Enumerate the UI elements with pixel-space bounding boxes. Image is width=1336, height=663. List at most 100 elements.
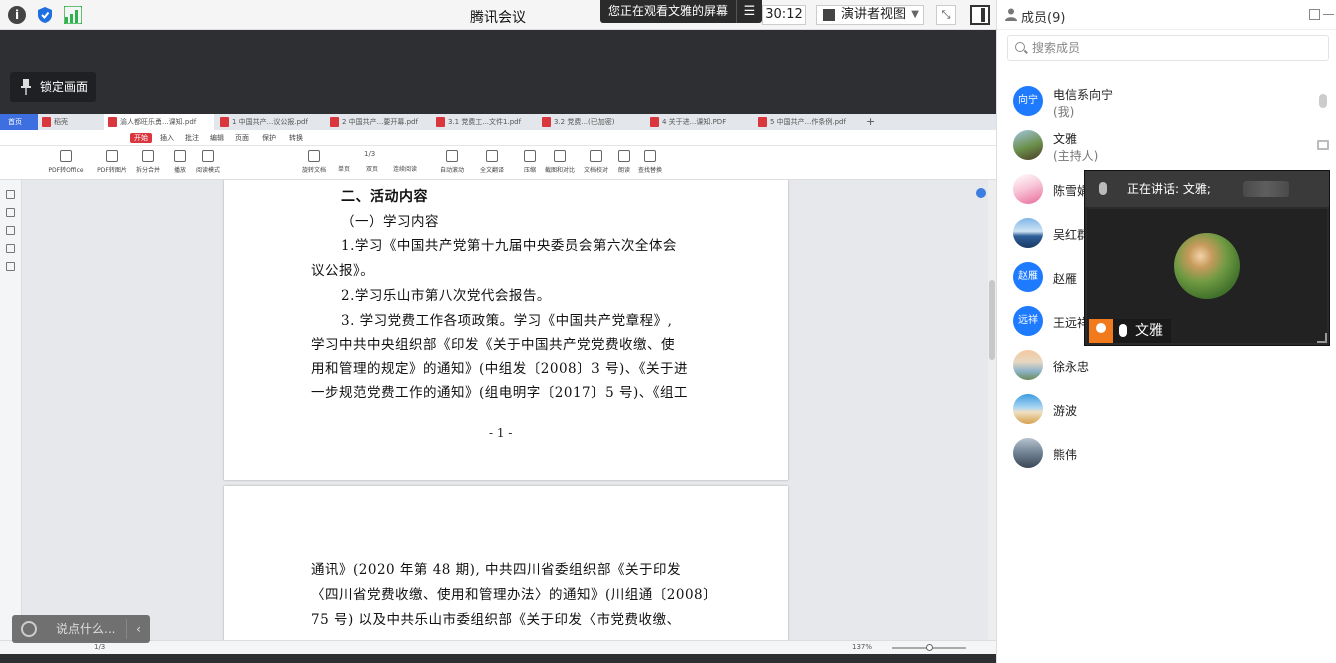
sharing-banner-text: 您正在观看文雅的屏幕 (608, 4, 729, 18)
ribbon-button[interactable]: PDF转Office (48, 150, 84, 174)
ribbon-button[interactable]: 全文翻译 (474, 150, 510, 174)
minimize-icon[interactable] (1323, 9, 1334, 15)
lock-view-button[interactable]: 锁定画面 (10, 72, 96, 102)
banner-menu-icon[interactable]: ☰ (736, 0, 762, 23)
ribbon-button[interactable]: 旋转文档 (296, 150, 332, 174)
video-speaking-bar: 正在讲话: 文雅; (1085, 171, 1329, 207)
wps-tab[interactable]: 5 中国共产...作条例.pdf (754, 114, 860, 130)
microphone-icon[interactable] (1319, 94, 1327, 108)
wps-tab-bar: 首页 稻壳 渝人都旺乐勇...课知.pdf 1 中国共产...议公报.pdf 2… (0, 114, 996, 130)
doc-line: 3. 学习党费工作各项政策。学习《中国共产党章程》, (341, 313, 673, 329)
ribbon-button[interactable]: 截图和对比 (542, 150, 578, 174)
ribbon-button[interactable]: 查找替换 (632, 150, 668, 174)
wps-tab[interactable]: 1 中国共产...议公报.pdf (216, 114, 326, 130)
search-placeholder: 搜索成员 (1032, 41, 1081, 55)
menu-item[interactable]: 页面 (235, 133, 249, 143)
wps-tab[interactable]: 3.1 党费工...文件1.pdf (432, 114, 538, 130)
toggle-sidebar-icon[interactable] (970, 5, 990, 25)
member-row[interactable]: 游波 (997, 388, 1336, 432)
ribbon-button[interactable]: 自动滚动 (434, 150, 470, 174)
new-tab-icon[interactable]: + (862, 114, 878, 130)
scrollbar-thumb[interactable] (989, 280, 995, 360)
wps-tab[interactable]: 首页 (0, 114, 38, 130)
member-row[interactable]: 徐永忠 (997, 344, 1336, 388)
chevron-left-icon[interactable]: ‹ (126, 619, 150, 639)
meeting-window: i 腾讯会议 您正在观看文雅的屏幕 ☰ 30:12 演讲者视图 ▼ ⤡ 锁定画面… (0, 0, 1336, 663)
thumbnail-icon[interactable] (6, 208, 15, 217)
ribbon-button[interactable]: 拆分合并 (130, 150, 166, 174)
page-indicator[interactable]: 1/3 (364, 150, 375, 158)
menu-item[interactable]: 批注 (185, 133, 199, 143)
wps-status-bar: 1/3 137% (0, 640, 996, 654)
wps-tab[interactable]: 渝人都旺乐勇...课知.pdf (104, 114, 214, 130)
info-icon[interactable]: i (8, 6, 26, 24)
ribbon-button[interactable]: 连续阅读 (390, 164, 420, 173)
person-icon (1005, 8, 1017, 21)
wps-tab-label: 1 中国共产...议公报.pdf (232, 118, 308, 126)
avatar: 赵雁 (1013, 262, 1043, 292)
zoom-level: 137% (852, 643, 873, 651)
menu-item[interactable]: 转换 (289, 133, 303, 143)
wps-tab-label: 5 中国共产...作条例.pdf (770, 118, 846, 126)
view-mode-dropdown[interactable]: 演讲者视图 ▼ (816, 5, 924, 25)
doc-line: 〈四川省党费收缴、使用和管理办法〉的通知》(川组通〔2008〕 (311, 587, 718, 603)
resize-handle[interactable] (1317, 333, 1327, 343)
member-row[interactable]: 向宁 电信系向宁 (我) (997, 80, 1336, 124)
menu-item[interactable]: 开始 (130, 133, 152, 143)
doc-line: 2.学习乐山市第八次党代会报告。 (341, 288, 551, 304)
status-page-indicator[interactable]: 1/3 (94, 643, 105, 651)
document-page-1: 二、活动内容 （一）学习内容 1.学习《中国共产党第十九届中央委员会第六次全体会… (224, 180, 788, 480)
wps-tab[interactable]: 2 中国共产...要开幕.pdf (326, 114, 432, 130)
microphone-icon (1119, 324, 1127, 337)
zoom-slider-handle[interactable] (926, 644, 933, 651)
document-scrollbar[interactable] (988, 180, 996, 640)
assistant-icon[interactable] (976, 188, 986, 198)
microphone-icon (1099, 182, 1107, 195)
ribbon-button[interactable]: PDF转图片 (94, 150, 130, 174)
speaking-label: 正在讲话: 文雅; (1127, 182, 1211, 196)
ribbon-button[interactable]: 双页 (358, 164, 386, 173)
pdf-icon (542, 117, 551, 127)
signal-icon[interactable] (63, 5, 83, 25)
ribbon-button[interactable]: 单页 (330, 164, 358, 173)
speaker-avatar (1174, 233, 1240, 299)
document-viewport[interactable]: 二、活动内容 （一）学习内容 1.学习《中国共产党第十九届中央委员会第六次全体会… (22, 180, 996, 640)
member-row[interactable]: 文雅 (主持人) (997, 124, 1336, 168)
wps-tab[interactable]: 3.2 党费...(已加密) (538, 114, 644, 130)
avatar: 远祥 (1013, 306, 1043, 336)
signature-icon[interactable] (6, 262, 15, 271)
video-feed: 文雅 (1087, 209, 1327, 343)
video-name-tag: 文雅 (1089, 319, 1171, 343)
wps-menu-bar: 开始 插入 批注 编辑 页面 保护 转换 (0, 130, 996, 146)
member-row[interactable]: 熊伟 (997, 432, 1336, 476)
chevron-down-icon: ▼ (911, 9, 919, 20)
shared-wps-window: 首页 稻壳 渝人都旺乐勇...课知.pdf 1 中国共产...议公报.pdf 2… (0, 114, 996, 654)
wps-ribbon: PDF转Office PDF转图片 拆分合并 播放 阅读模式 旋转文档 1/3 … (0, 146, 996, 180)
menu-item[interactable]: 保护 (262, 133, 276, 143)
section-heading: 二、活动内容 (341, 189, 428, 205)
attachment-icon[interactable] (6, 244, 15, 253)
doc-line: 学习中共中央组织部《印发《关于中国共产党党费收缴、使 (311, 337, 675, 353)
wps-tab-label: 渝人都旺乐勇...课知.pdf (120, 118, 197, 126)
menu-item[interactable]: 插入 (160, 133, 174, 143)
ribbon-button[interactable]: 阅读模式 (190, 150, 226, 174)
chat-input[interactable]: 说点什么... ‹ (12, 615, 150, 643)
sharing-banner: 您正在观看文雅的屏幕 ☰ (600, 0, 762, 23)
wps-tab[interactable]: 4 关于进...课知.PDF (646, 114, 752, 130)
pdf-icon (220, 117, 229, 127)
popout-icon[interactable] (1309, 9, 1320, 20)
comment-icon[interactable] (6, 226, 15, 235)
docer-icon (42, 117, 51, 127)
meeting-timer: 30:12 (762, 5, 806, 25)
menu-item[interactable]: 编辑 (210, 133, 224, 143)
bookmark-icon[interactable] (6, 190, 15, 199)
member-search-input[interactable]: 搜索成员 (1007, 35, 1329, 61)
shield-icon[interactable] (36, 6, 54, 24)
speaker-view-icon (823, 9, 835, 21)
avatar (1013, 394, 1043, 424)
member-role: (我) (1053, 105, 1075, 119)
exit-fullscreen-icon[interactable]: ⤡ (936, 5, 956, 25)
speaker-video-window[interactable]: 正在讲话: 文雅; 文雅 (1084, 170, 1330, 346)
emoji-icon[interactable] (21, 621, 37, 637)
wps-tab[interactable]: 稻壳 (38, 114, 104, 130)
